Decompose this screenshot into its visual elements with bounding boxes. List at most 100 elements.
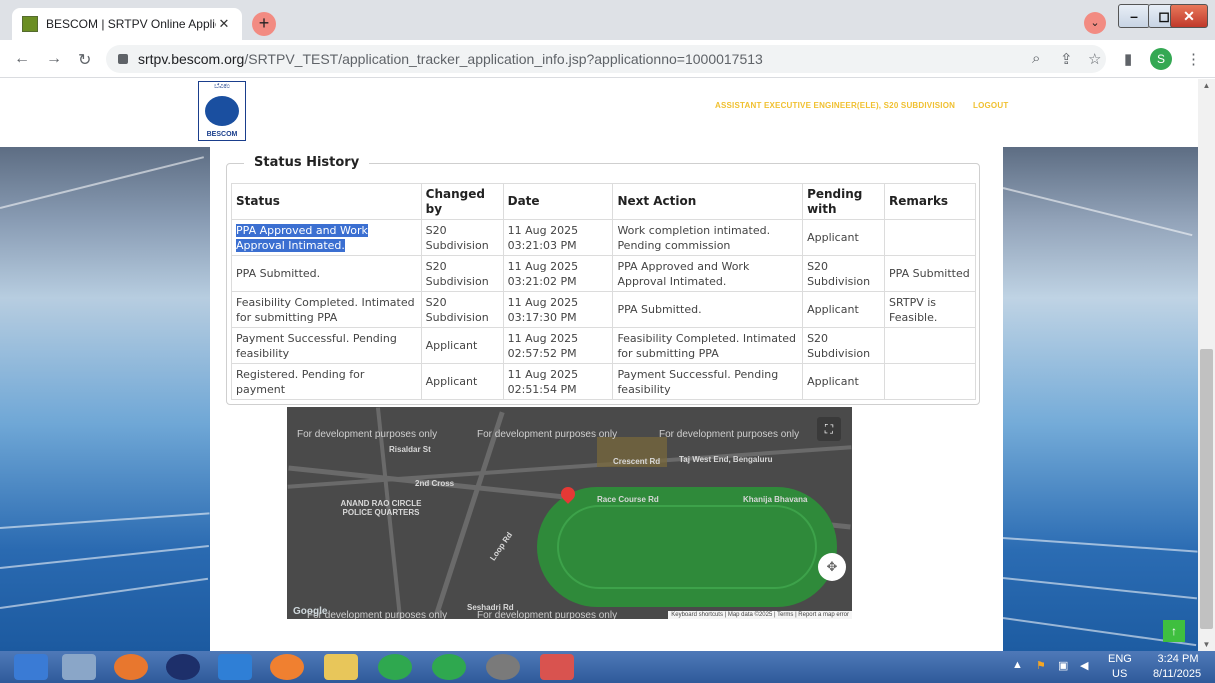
minimize-button[interactable]: – [1118,4,1150,28]
postman-icon[interactable] [270,654,304,680]
next-action-cell: Feasibility Completed. Intimated for sub… [612,327,804,364]
start-button-windows-icon[interactable] [14,654,48,680]
clock-date[interactable]: 8/11/2025 [1142,668,1212,680]
map-label: Crescent Rd [613,457,661,466]
tray-chevron-icon[interactable]: ▲ [1012,659,1023,671]
eclipse-icon[interactable] [166,654,200,680]
close-window-button[interactable]: ✕ [1170,4,1208,28]
side-panel-icon[interactable]: ▮ [1124,50,1132,68]
bescom-logo[interactable]: ಬೆವಿಕಂ BESCOM [198,81,246,141]
user-role-link[interactable]: ASSISTANT EXECUTIVE ENGINEER(ELE), S20 S… [715,101,955,110]
reload-icon[interactable]: ↻ [78,50,91,70]
map-dev-watermark: For development purposes only [297,429,438,440]
map-park-racecourse [537,487,837,607]
clock-time[interactable]: 3:24 PM [1148,653,1208,665]
status-cell: Feasibility Completed. Intimated for sub… [231,291,422,328]
scroll-down-arrow-icon[interactable]: ▼ [1198,640,1215,649]
url-host: srtpv.bescom.org [138,51,245,67]
profile-avatar[interactable]: S [1150,48,1172,70]
hs-app-icon[interactable] [432,654,466,680]
tab-search-button[interactable]: ⌄ [1084,12,1106,34]
scroll-up-arrow-icon[interactable]: ▲ [1198,81,1215,90]
date-cell: 11 Aug 2025 03:17:30 PM [502,291,614,328]
tab-close-icon[interactable]: ✕ [216,16,232,32]
column-header-remarks: Remarks [884,183,976,220]
language-indicator-bottom[interactable]: US [1112,668,1127,680]
google-map[interactable]: For development purposes only For develo… [287,407,852,619]
pending-with-cell: S20 Subdivision [802,327,886,364]
map-pan-control-icon[interactable]: ✥ [818,553,846,581]
map-label: ANAND RAO CIRCLE POLICE QUARTERS [340,499,422,517]
firefox-icon[interactable] [114,654,148,680]
status-cell: PPA Approved and Work Approval Intimated… [231,219,422,256]
browser-tabstrip: BESCOM | SRTPV Online Applicati ✕ + ⌄ – … [0,0,1215,40]
map-dev-watermark: For development purposes only [307,610,448,619]
share-icon[interactable]: ⇪ [1060,50,1073,68]
scrollbar-thumb[interactable] [1200,349,1213,629]
next-action-cell: Work completion intimated. Pending commi… [612,219,804,256]
status-cell: Payment Successful. Pending feasibility [231,327,422,364]
map-dev-watermark: For development purposes only [659,429,800,440]
table-row: Payment Successful. Pending feasibility … [231,327,976,364]
chrome-icon[interactable] [540,654,574,680]
forward-arrow-icon[interactable]: → [46,50,62,68]
solar-panel-background-left [0,147,210,651]
logo-emblem-icon [205,96,239,126]
tab-title: BESCOM | SRTPV Online Applicati [46,17,216,31]
status-text-selected: PPA Approved and Work Approval Intimated… [236,223,368,252]
network-icon[interactable]: ▣ [1058,659,1068,672]
status-cell: Registered. Pending for payment [231,363,422,400]
file-explorer-icon[interactable] [62,654,96,680]
table-row: Feasibility Completed. Intimated for sub… [231,291,976,328]
changed-by-cell: S20 Subdivision [420,255,504,292]
logout-link[interactable]: LOGOUT [973,101,1008,110]
column-header-status: Status [231,183,422,220]
changed-by-cell: Applicant [420,327,504,364]
map-label: Taj West End, Bengaluru [679,455,773,464]
next-action-cell: PPA Approved and Work Approval Intimated… [612,255,804,292]
browser-tab[interactable]: BESCOM | SRTPV Online Applicati ✕ [12,8,242,40]
map-footer-links[interactable]: Keyboard shortcuts | Map data ©2025 | Te… [668,611,852,619]
windows-taskbar: ▲ ⚑ ▣ ◀ ENG US 3:24 PM 8/11/2025 [0,651,1215,683]
lock-icon [118,54,128,64]
map-label: Race Course Rd [597,495,659,504]
powershell-icon[interactable] [218,654,252,680]
page-scrollbar[interactable]: ▲ ▼ [1198,79,1215,651]
column-header-changed-by: Changed by [420,183,504,220]
pending-with-cell: S20 Subdivision [802,255,886,292]
map-label: Loop Rd [488,530,515,563]
pending-with-cell: Applicant [802,363,886,400]
site-favicon-icon [22,16,38,32]
scroll-to-top-button[interactable]: ↑ [1163,620,1185,642]
address-bar[interactable]: srtpv.bescom.org/SRTPV_TEST/application_… [106,45,1106,73]
date-cell: 11 Aug 2025 02:51:54 PM [502,363,614,400]
column-header-pending-with: Pending with [802,183,886,220]
column-header-date: Date [502,183,614,220]
remarks-cell: PPA Submitted [884,255,976,292]
bookmark-star-icon[interactable]: ☆ [1088,50,1101,68]
settings-gear-icon[interactable] [486,654,520,680]
remarks-cell [884,363,976,400]
menu-kebab-icon[interactable]: ⋮ [1186,50,1201,68]
back-arrow-icon[interactable]: ← [14,50,30,68]
remarks-cell [884,219,976,256]
table-header-row: Status Changed by Date Next Action Pendi… [231,183,976,220]
remarks-cell [884,327,976,364]
logo-text: BESCOM [206,131,238,138]
logo-kannada-text: ಬೆವಿಕಂ [214,83,230,90]
folder-icon[interactable] [324,654,358,680]
status-cell: PPA Submitted. [231,255,422,292]
fullscreen-icon[interactable]: ⛶ [817,417,841,441]
web-page: ಬೆವಿಕಂ BESCOM ASSISTANT EXECUTIVE ENGINE… [0,79,1198,651]
tray-flag-icon[interactable]: ⚑ [1036,659,1046,672]
table-row: Registered. Pending for payment Applican… [231,363,976,400]
hs-app-icon[interactable] [378,654,412,680]
volume-icon[interactable]: ◀ [1080,659,1088,672]
table-row: PPA Approved and Work Approval Intimated… [231,219,976,256]
zoom-icon[interactable]: ⌕ [1032,50,1040,67]
new-tab-button[interactable]: + [252,12,276,36]
pending-with-cell: Applicant [802,291,886,328]
language-indicator-top[interactable]: ENG [1108,653,1132,665]
table-row: PPA Submitted. S20 Subdivision 11 Aug 20… [231,255,976,292]
url-path: /SRTPV_TEST/application_tracker_applicat… [244,51,763,67]
